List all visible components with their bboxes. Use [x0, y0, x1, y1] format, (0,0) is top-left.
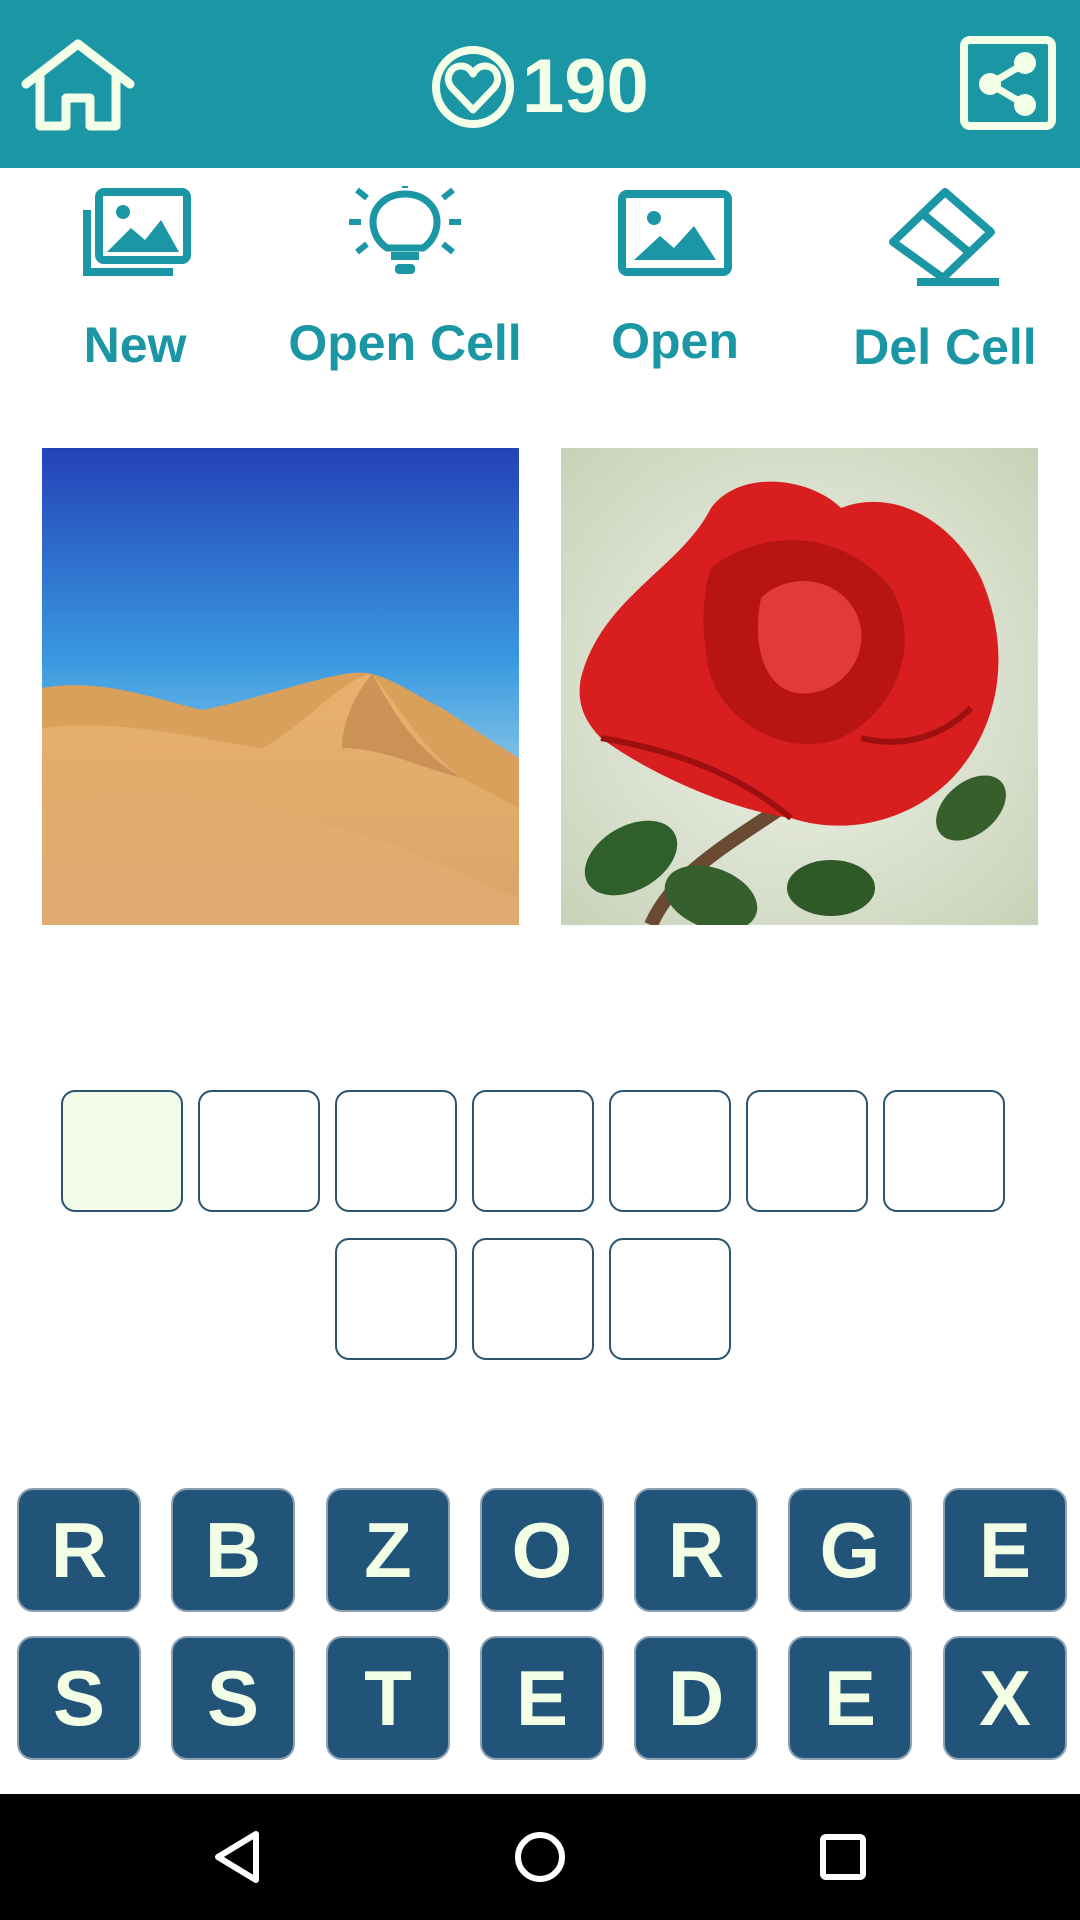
score-value: 190 — [522, 44, 649, 129]
letter-key[interactable]: Z — [326, 1488, 450, 1612]
home-button[interactable] — [20, 38, 136, 132]
answer-cell[interactable] — [61, 1090, 183, 1212]
nav-home-button[interactable] — [500, 1822, 580, 1892]
answer-cell[interactable] — [883, 1090, 1005, 1212]
nav-home-icon — [515, 1832, 565, 1882]
letter-key[interactable]: R — [634, 1488, 758, 1612]
top-bar: 190 — [0, 0, 1080, 168]
open-button[interactable]: Open — [550, 180, 800, 380]
new-button[interactable]: New — [10, 180, 260, 380]
letter-key[interactable]: X — [943, 1636, 1067, 1760]
back-icon — [215, 1831, 259, 1883]
navigation-bar — [0, 1794, 1080, 1920]
del-cell-label: Del Cell — [853, 319, 1037, 375]
letter-key[interactable]: E — [788, 1636, 912, 1760]
lightbulb-icon — [349, 186, 461, 274]
answer-cell[interactable] — [472, 1090, 594, 1212]
answer-cell[interactable] — [335, 1238, 457, 1360]
open-label: Open — [611, 313, 739, 369]
new-label: New — [83, 317, 187, 373]
answer-cell[interactable] — [609, 1090, 731, 1212]
answer-cell[interactable] — [335, 1090, 457, 1212]
answer-cell[interactable] — [198, 1090, 320, 1212]
letter-key[interactable]: D — [634, 1636, 758, 1760]
open-cell-label: Open Cell — [288, 315, 522, 371]
letter-key[interactable]: R — [17, 1488, 141, 1612]
letter-key[interactable]: S — [17, 1636, 141, 1760]
open-cell-button[interactable]: Open Cell — [280, 180, 530, 380]
recents-button[interactable] — [803, 1822, 883, 1892]
heart-icon — [432, 46, 514, 128]
home-icon — [21, 39, 135, 131]
back-button[interactable] — [200, 1822, 280, 1892]
clue-image-rose — [561, 448, 1038, 925]
del-cell-button[interactable]: Del Cell — [820, 180, 1070, 380]
share-icon — [960, 36, 1056, 130]
letter-key[interactable]: S — [171, 1636, 295, 1760]
recents-icon — [820, 1834, 866, 1880]
answer-cell[interactable] — [609, 1238, 731, 1360]
letter-key[interactable]: B — [171, 1488, 295, 1612]
answer-cell[interactable] — [746, 1090, 868, 1212]
eraser-icon — [889, 188, 999, 286]
score-display: 190 — [430, 40, 649, 134]
letter-key[interactable]: T — [326, 1636, 450, 1760]
letter-key[interactable]: G — [788, 1488, 912, 1612]
share-button[interactable] — [960, 36, 1056, 130]
answer-cell[interactable] — [472, 1238, 594, 1360]
clue-image-desert — [42, 448, 519, 925]
letter-key[interactable]: E — [480, 1636, 604, 1760]
new-images-icon — [83, 188, 191, 276]
image-icon — [618, 190, 732, 276]
letter-key[interactable]: E — [943, 1488, 1067, 1612]
letter-key[interactable]: O — [480, 1488, 604, 1612]
